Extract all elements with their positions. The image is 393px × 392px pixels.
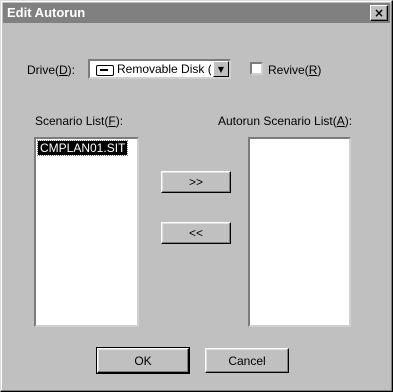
autorun-listbox[interactable]: [248, 137, 351, 327]
drive-dropdown-value: Removable Disk (E:): [117, 62, 211, 76]
revive-label[interactable]: Revive(R): [268, 63, 321, 77]
edit-autorun-dialog: Edit Autorun × Drive(D): Removable Disk …: [0, 0, 393, 392]
scenario-listbox[interactable]: CMPLAN01.SIT: [34, 137, 139, 327]
drive-dropdown[interactable]: Removable Disk (E:) ▼: [88, 59, 231, 79]
scenario-list-label: Scenario List(F):: [35, 114, 124, 128]
drive-label: Drive(D):: [27, 63, 76, 77]
dialog-title: Edit Autorun: [7, 5, 86, 20]
title-bar[interactable]: Edit Autorun ×: [3, 3, 390, 23]
ok-button[interactable]: OK: [96, 347, 190, 374]
close-button[interactable]: ×: [370, 5, 388, 21]
revive-checkbox[interactable]: [250, 62, 263, 75]
chevron-down-icon[interactable]: ▼: [213, 61, 229, 77]
autorun-list-label: Autorun Scenario List(A):: [218, 114, 353, 128]
cancel-button[interactable]: Cancel: [205, 348, 289, 373]
close-icon: ×: [373, 6, 385, 20]
remove-from-autorun-button[interactable]: <<: [161, 222, 231, 244]
removable-disk-icon: [96, 65, 114, 76]
add-to-autorun-button[interactable]: >>: [161, 171, 231, 193]
list-item[interactable]: CMPLAN01.SIT: [36, 140, 129, 156]
